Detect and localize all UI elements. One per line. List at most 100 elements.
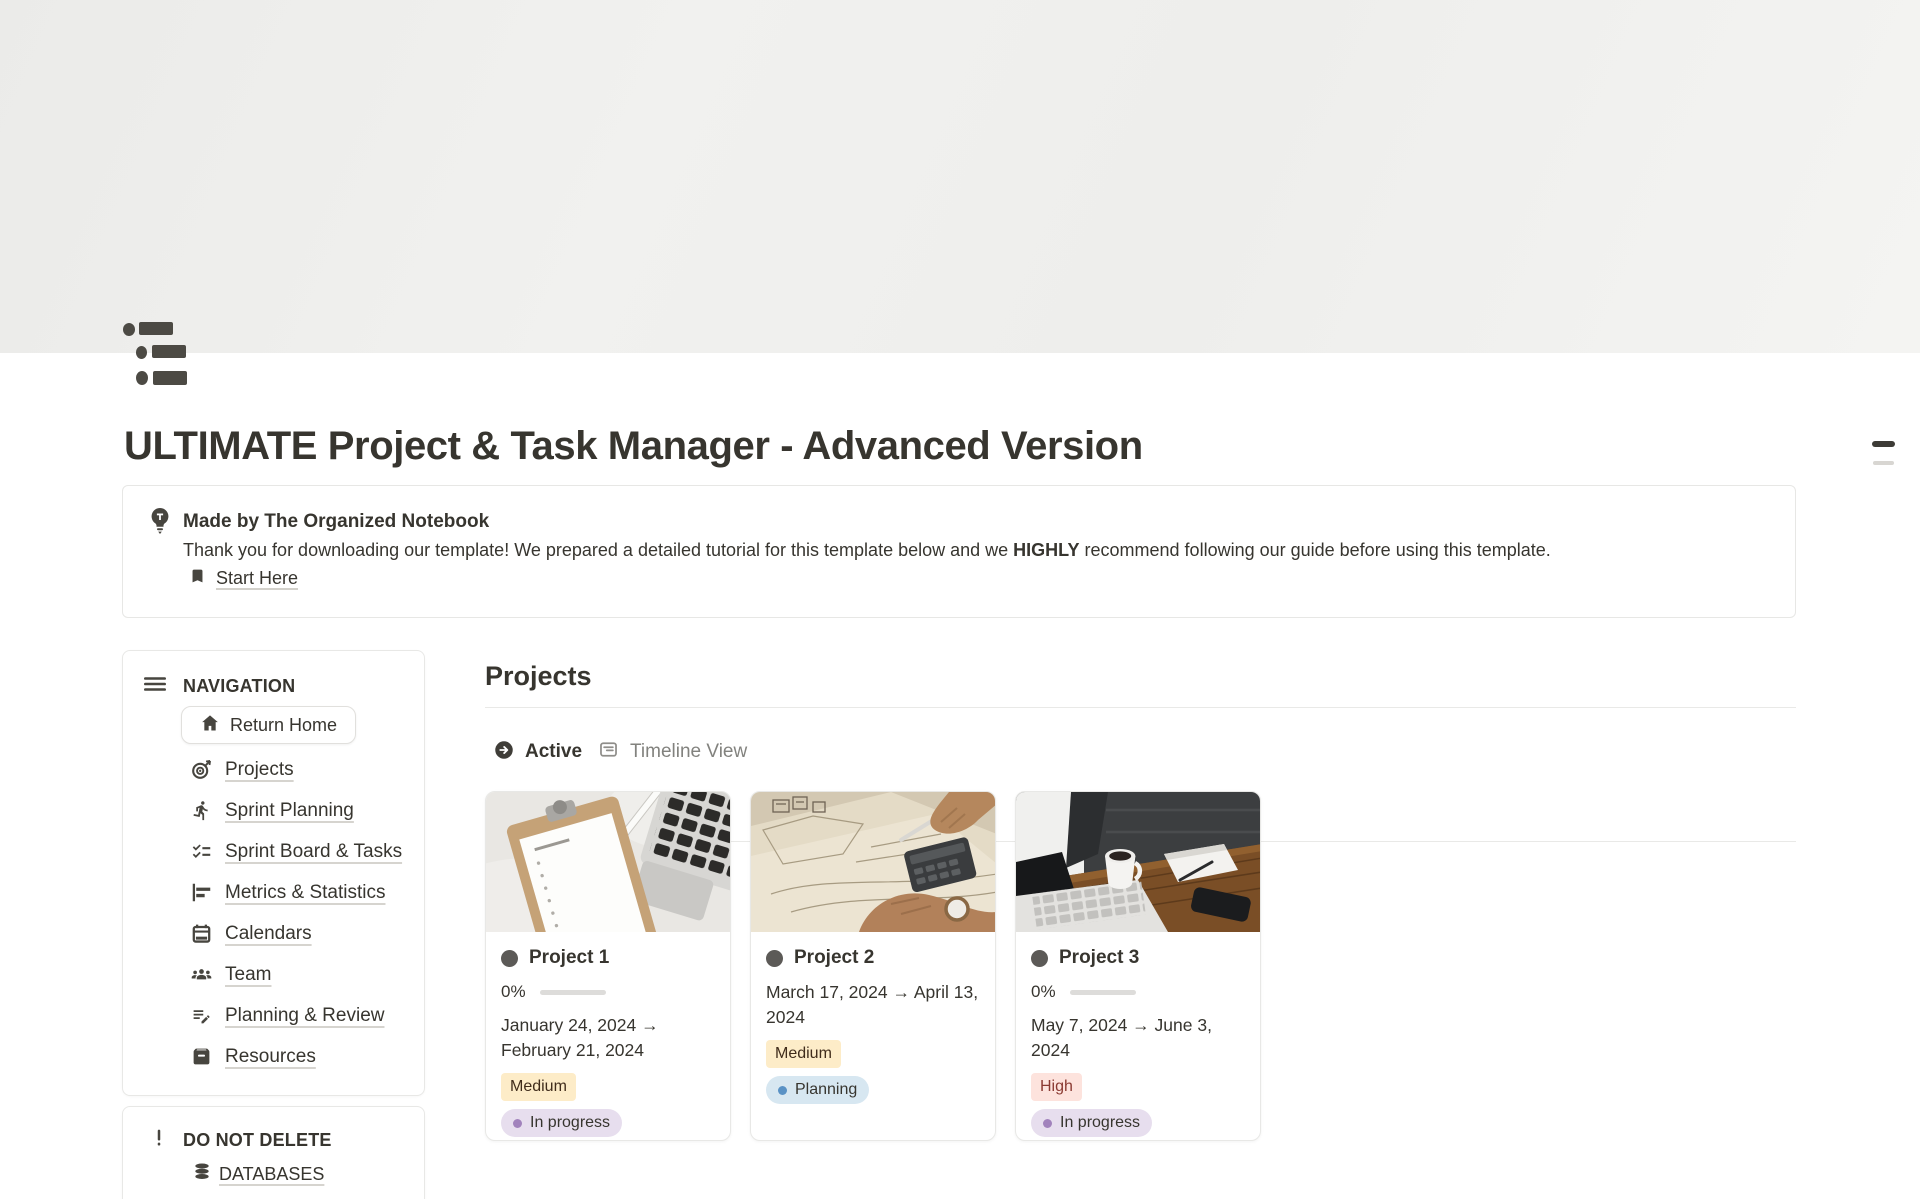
status-dot-icon — [778, 1086, 787, 1095]
sidebar-item-label[interactable]: Sprint Planning — [225, 800, 354, 822]
sidebar-item-label[interactable]: Sprint Board & Tasks — [225, 841, 402, 863]
navigation-panel: NAVIGATION Return Home Projects — [122, 650, 425, 1096]
view-tabs: Active Timeline View — [485, 734, 1796, 770]
status-label: Planning — [795, 1082, 857, 1098]
tab-timeline-view[interactable]: Timeline View — [598, 734, 747, 770]
sidebar-item-sprint-board[interactable]: Sprint Board & Tasks — [123, 831, 424, 872]
priority-tag: Medium — [501, 1073, 576, 1101]
return-home-label: Return Home — [230, 715, 337, 736]
list-icon-dot — [123, 323, 135, 336]
sidebar-item-label[interactable]: Metrics & Statistics — [225, 882, 385, 904]
do-not-delete-header: DO NOT DELETE — [149, 1125, 332, 1155]
project-card-1[interactable]: Project 1 0% January 24, 2024 → February… — [485, 791, 731, 1141]
timeline-icon — [598, 739, 619, 765]
projects-heading: Projects — [485, 661, 1796, 692]
runner-icon — [191, 800, 212, 821]
circle-icon — [501, 950, 518, 967]
return-home-button[interactable]: Return Home — [181, 706, 356, 744]
project-title: Project 1 — [529, 947, 609, 969]
status-dot-icon — [513, 1119, 522, 1128]
tab-active[interactable]: Active — [494, 734, 582, 770]
home-icon — [200, 713, 220, 738]
project-title-row: Project 3 — [1031, 947, 1246, 969]
status-label: In progress — [530, 1115, 610, 1131]
projects-section: Projects Active Timeline View — [485, 661, 1796, 692]
bookmark-icon — [189, 566, 206, 591]
hamburger-icon — [143, 672, 167, 701]
navigation-heading: NAVIGATION — [183, 676, 295, 697]
project-card-body: Project 1 0% January 24, 2024 → February… — [486, 932, 730, 1137]
page-title[interactable]: ULTIMATE Project & Task Manager - Advanc… — [124, 420, 1143, 472]
page-cover-image[interactable] — [0, 0, 1920, 353]
tab-active-label: Active — [525, 741, 582, 763]
sidebar-item-calendars[interactable]: Calendars — [123, 913, 424, 954]
project-2-cover-image — [751, 792, 996, 932]
priority-tag: High — [1031, 1073, 1082, 1101]
callout-body: Thank you for downloading our template! … — [183, 538, 1763, 562]
outline-indicator[interactable] — [1872, 441, 1896, 465]
outline-item[interactable] — [1873, 461, 1894, 465]
database-icon — [192, 1161, 212, 1187]
sidebar-item-planning-review[interactable]: Planning & Review — [123, 995, 424, 1036]
project-card-body: Project 2 March 17, 2024 → April 13, 202… — [751, 932, 995, 1104]
sidebar-item-label[interactable]: Team — [225, 964, 271, 986]
project-dates: January 24, 2024 → February 21, 2024 — [501, 1013, 716, 1063]
list-icon[interactable] — [123, 320, 193, 388]
sidebar-item-label[interactable]: Calendars — [225, 923, 312, 945]
do-not-delete-panel: DO NOT DELETE DATABASES — [122, 1106, 425, 1199]
circle-icon — [1031, 950, 1048, 967]
status-tag: Planning — [766, 1076, 869, 1104]
outline-item-current[interactable] — [1872, 441, 1895, 447]
progress-bar — [1070, 990, 1136, 995]
start-here-row: Start Here — [189, 566, 298, 591]
databases-link[interactable]: DATABASES — [219, 1164, 324, 1185]
exclamation-icon — [149, 1127, 169, 1154]
sidebar-item-label[interactable]: Planning & Review — [225, 1005, 384, 1027]
sidebar-item-resources[interactable]: Resources — [123, 1036, 424, 1077]
project-card-3[interactable]: Project 3 0% May 7, 2024 → June 3, 2024 … — [1015, 791, 1261, 1141]
sidebar-item-sprint-planning[interactable]: Sprint Planning — [123, 790, 424, 831]
sidebar-item-label[interactable]: Projects — [225, 759, 294, 781]
status-tag: In progress — [501, 1109, 622, 1137]
progress-bar — [540, 990, 606, 995]
project-3-cover-image — [1016, 792, 1261, 932]
arrow-circle-right-icon — [494, 740, 514, 765]
list-icon-dot — [136, 371, 148, 385]
project-title-row: Project 2 — [766, 947, 981, 969]
status-label: In progress — [1060, 1115, 1140, 1131]
callout-body-bold: HIGHLY — [1013, 540, 1079, 560]
project-title-row: Project 1 — [501, 947, 716, 969]
creator-callout: Made by The Organized Notebook Thank you… — [122, 485, 1796, 618]
callout-heading: Made by The Organized Notebook — [183, 511, 489, 533]
sidebar-item-metrics[interactable]: Metrics & Statistics — [123, 872, 424, 913]
sidebar-item-label[interactable]: Resources — [225, 1046, 316, 1068]
start-here-link[interactable]: Start Here — [216, 568, 298, 589]
team-icon — [191, 964, 212, 985]
list-icon-bar — [153, 371, 187, 385]
navigation-items: Projects Sprint Planning Sprint Board & … — [123, 749, 424, 1077]
do-not-delete-heading: DO NOT DELETE — [183, 1130, 332, 1151]
status-tag: In progress — [1031, 1109, 1152, 1137]
priority-tag: Medium — [766, 1040, 841, 1068]
navigation-header: NAVIGATION — [143, 671, 295, 701]
calendar-icon — [191, 923, 212, 944]
archive-icon — [191, 1046, 212, 1067]
lightbulb-icon — [148, 507, 172, 535]
sidebar-item-projects[interactable]: Projects — [123, 749, 424, 790]
progress-row: 0% — [501, 982, 716, 1002]
circle-icon — [766, 950, 783, 967]
progress-value: 0% — [501, 982, 526, 1002]
callout-body-text: Thank you for downloading our template! … — [183, 540, 1013, 560]
sidebar-item-team[interactable]: Team — [123, 954, 424, 995]
project-1-cover-image — [486, 792, 731, 932]
progress-value: 0% — [1031, 982, 1056, 1002]
section-divider — [485, 707, 1796, 708]
list-icon-bar — [139, 322, 173, 335]
project-dates: May 7, 2024 → June 3, 2024 — [1031, 1013, 1246, 1063]
project-title: Project 3 — [1059, 947, 1139, 969]
databases-row[interactable]: DATABASES — [192, 1161, 324, 1187]
project-card-2[interactable]: Project 2 March 17, 2024 → April 13, 202… — [750, 791, 996, 1141]
project-card-body: Project 3 0% May 7, 2024 → June 3, 2024 … — [1016, 932, 1260, 1137]
project-gallery: Project 1 0% January 24, 2024 → February… — [485, 791, 1261, 1141]
target-icon — [191, 759, 212, 780]
